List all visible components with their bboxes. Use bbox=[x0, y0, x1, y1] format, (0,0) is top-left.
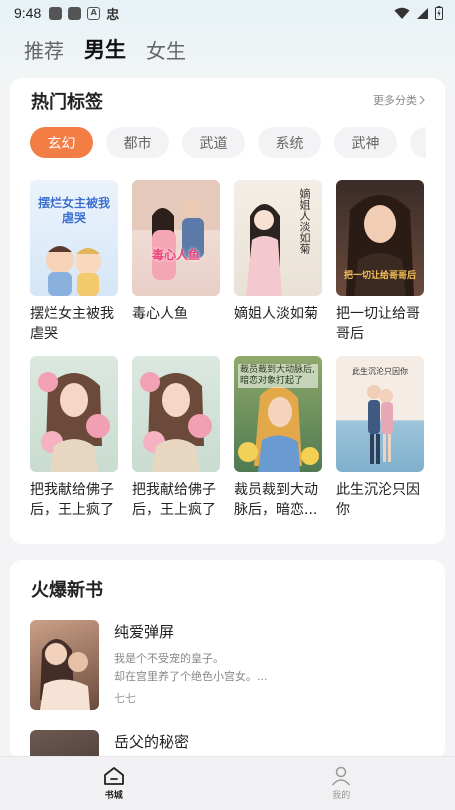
status-time: 9:48 bbox=[14, 5, 42, 21]
signal-icon bbox=[417, 7, 428, 19]
book-title: 把一切让给哥哥后 bbox=[336, 306, 420, 342]
battery-icon bbox=[435, 6, 443, 20]
section-title: 火爆新书 bbox=[31, 580, 103, 601]
book-card[interactable]: 把我献给佛子后，王上疯了 bbox=[30, 356, 118, 520]
book-cover: 裁员裁到大动脉后,暗恋对象打起了 bbox=[234, 356, 322, 472]
nav-mine[interactable]: 我的 bbox=[228, 757, 455, 810]
book-card[interactable]: 摆烂女主被我虐哭 摆烂女主被我虐哭 bbox=[30, 180, 118, 344]
tab-recommend[interactable]: 推荐 bbox=[24, 35, 64, 64]
tag-chip[interactable]: 系统 bbox=[258, 127, 321, 158]
nav-bookstore[interactable]: 书城 bbox=[0, 757, 228, 810]
notification-char-icon: 忠 bbox=[106, 7, 120, 23]
cover-title-text: 裁员裁到大动脉后,暗恋对象打起了 bbox=[238, 364, 318, 388]
chevron-right-icon bbox=[419, 95, 425, 105]
tab-male[interactable]: 男生 bbox=[84, 34, 126, 64]
book-cover bbox=[30, 356, 118, 472]
tag-chip[interactable]: 都市 bbox=[106, 127, 169, 158]
book-card[interactable]: 此生沉沦只因你 此生沉沦只因你 bbox=[336, 356, 424, 520]
book-title: 纯爱弹屏 bbox=[114, 623, 175, 641]
book-cover: 摆烂女主被我虐哭 bbox=[30, 180, 118, 296]
book-cover: 把一切让给哥哥后 bbox=[336, 180, 424, 296]
book-card[interactable]: 把一切让给哥哥后 把一切让给哥哥后 bbox=[336, 180, 424, 344]
tag-chip[interactable]: 玄幻 bbox=[30, 127, 93, 158]
hot-tags-section: 热门标签 更多分类 玄幻 都市 武道 系统 武神 护 摆烂女主被我虐哭 摆烂女主… bbox=[10, 78, 445, 544]
book-title: 嫡姐人淡如菊 bbox=[234, 306, 318, 322]
book-title: 岳父的秘密 bbox=[114, 733, 190, 751]
cover-title-text: 嫡姐人淡如菊 bbox=[298, 188, 311, 254]
bottom-nav: 书城 我的 bbox=[0, 756, 455, 810]
user-icon bbox=[332, 766, 351, 786]
notification-icon bbox=[68, 6, 82, 20]
book-card[interactable]: 把我献给佛子后，王上疯了 bbox=[132, 356, 220, 520]
tag-chip[interactable]: 护 bbox=[410, 127, 426, 158]
book-description-line: 我是个不受宠的皇子。 bbox=[114, 652, 224, 665]
book-title: 裁员裁到大动脉后，暗恋... bbox=[234, 482, 318, 518]
book-card[interactable]: 嫡姐人淡如菊 嫡姐人淡如菊 bbox=[234, 180, 322, 324]
notification-icon bbox=[49, 6, 63, 20]
book-description: 我是个不受宠的皇子。 却在宫里养了个绝色小宫女。... bbox=[114, 650, 414, 686]
book-cover bbox=[30, 620, 99, 710]
new-books-section: 火爆新书 纯爱弹屏 我是个不受宠的皇子。 却在宫里养了个绝色小宫女。... 七七… bbox=[10, 560, 445, 760]
nav-label: 书城 bbox=[104, 791, 123, 801]
book-card[interactable]: 裁员裁到大动脉后,暗恋对象打起了 裁员裁到大动脉后，暗恋... bbox=[234, 356, 322, 520]
home-icon bbox=[103, 767, 124, 785]
book-cover: 嫡姐人淡如菊 bbox=[234, 180, 322, 296]
tag-chip[interactable]: 武道 bbox=[182, 127, 245, 158]
book-cover: 毒心人鱼 bbox=[132, 180, 220, 296]
section-title: 热门标签 bbox=[31, 92, 103, 113]
book-description-line: 却在宫里养了个绝色小宫女。... bbox=[114, 670, 268, 683]
book-author: 七七 bbox=[114, 692, 136, 705]
nav-label: 我的 bbox=[332, 791, 351, 801]
app-a-icon: A bbox=[87, 6, 101, 20]
tab-female[interactable]: 女生 bbox=[146, 35, 186, 64]
list-item[interactable]: 纯爱弹屏 我是个不受宠的皇子。 却在宫里养了个绝色小宫女。... 七七 bbox=[30, 620, 430, 712]
wifi-icon bbox=[394, 7, 410, 19]
book-title: 毒心人鱼 bbox=[132, 306, 188, 322]
book-title: 把我献给佛子后，王上疯了 bbox=[30, 482, 114, 518]
book-title: 摆烂女主被我虐哭 bbox=[30, 306, 114, 342]
cover-title-text: 摆烂女主被我虐哭 bbox=[38, 196, 111, 225]
cover-title-text: 把一切让给哥哥后 bbox=[343, 271, 416, 281]
more-categories-label: 更多分类 bbox=[373, 94, 417, 107]
tag-chip[interactable]: 武神 bbox=[334, 127, 397, 158]
book-cover bbox=[132, 356, 220, 472]
book-title: 此生沉沦只因你 bbox=[336, 482, 420, 518]
status-bar: 9:48 A 忠 bbox=[0, 0, 455, 26]
tag-chips: 玄幻 都市 武道 系统 武神 护 bbox=[30, 127, 426, 159]
book-card[interactable]: 毒心人鱼 毒心人鱼 bbox=[132, 180, 220, 324]
book-title: 把我献给佛子后，王上疯了 bbox=[132, 482, 216, 518]
more-categories-link[interactable]: 更多分类 bbox=[373, 92, 425, 108]
top-tabs: 推荐 男生 女生 bbox=[24, 34, 186, 64]
cover-title-text: 毒心人鱼 bbox=[151, 248, 200, 262]
cover-title-text: 此生沉沦只因你 bbox=[352, 367, 408, 376]
book-cover: 此生沉沦只因你 bbox=[336, 356, 424, 472]
